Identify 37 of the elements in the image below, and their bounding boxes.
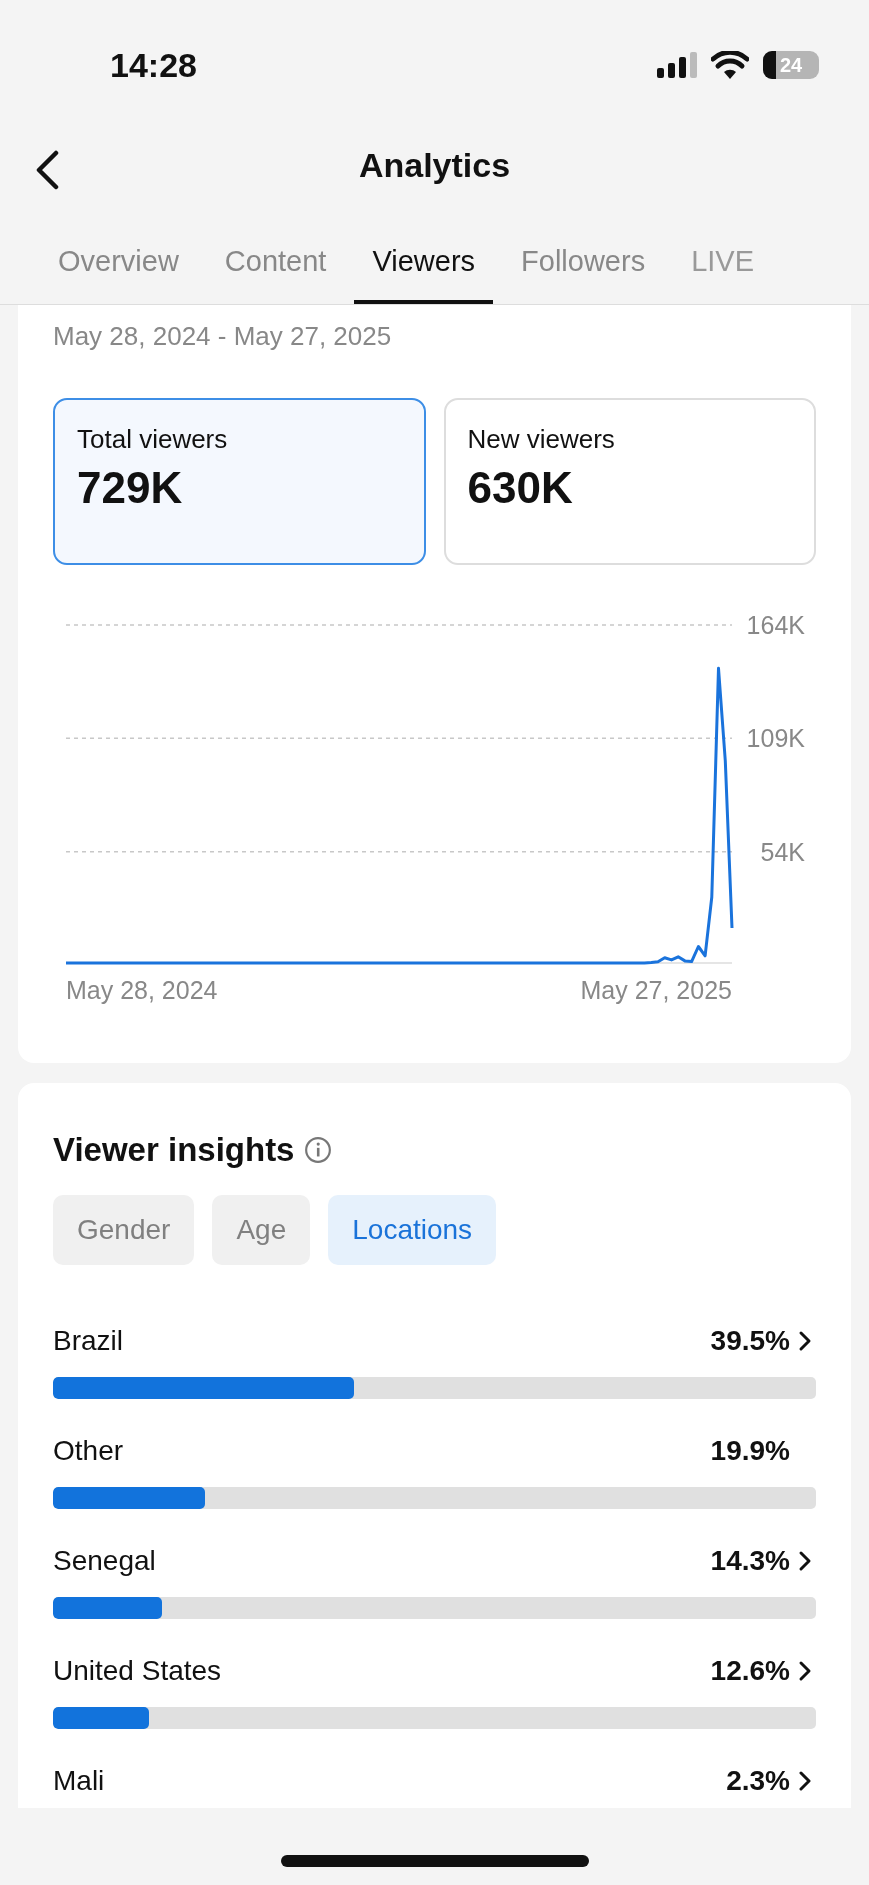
- info-icon[interactable]: [304, 1136, 333, 1164]
- location-percent: 39.5%: [710, 1325, 790, 1357]
- page-title: Analytics: [358, 145, 511, 185]
- location-name: Senegal: [53, 1545, 156, 1577]
- filter-chip[interactable]: Locations: [328, 1195, 497, 1265]
- chevron-icon[interactable]: [798, 1330, 812, 1352]
- axis-label: May 27, 2025: [580, 976, 732, 1004]
- date-range: May 28, 2024 - May 27, 2025: [53, 321, 393, 352]
- axis-label: 109K: [746, 724, 805, 753]
- tab[interactable]: Content: [206, 245, 345, 304]
- metric-card[interactable]: New viewers 630K: [443, 398, 816, 565]
- tab[interactable]: Overview: [40, 245, 197, 304]
- tab[interactable]: Followers: [503, 245, 664, 304]
- section-title: Viewer insights: [53, 1131, 295, 1169]
- filter-chip[interactable]: Gender: [53, 1195, 195, 1265]
- axis-label: 164K: [746, 611, 805, 639]
- axis-label: 54K: [760, 837, 805, 866]
- status-time: 14:28: [110, 45, 198, 85]
- chevron-icon[interactable]: [798, 1770, 812, 1792]
- signal-icon: [657, 52, 697, 78]
- location-name: Other: [53, 1435, 124, 1467]
- filter-chip[interactable]: Age: [212, 1195, 311, 1265]
- chevron-icon[interactable]: [798, 1660, 812, 1682]
- back-icon[interactable]: [34, 150, 60, 190]
- tab[interactable]: LIVE: [673, 245, 773, 304]
- metric-card[interactable]: Total viewers 729K: [53, 398, 426, 565]
- battery-indicator: 24: [763, 51, 819, 79]
- location-name: Mali: [53, 1765, 105, 1797]
- location-name: Brazil: [53, 1325, 123, 1357]
- location-percent: 12.6%: [710, 1655, 790, 1687]
- location-percent: 14.3%: [710, 1545, 790, 1577]
- wifi-icon: [711, 51, 749, 79]
- location-percent: 19.9%: [710, 1435, 790, 1467]
- axis-label: May 28, 2024: [66, 976, 218, 1004]
- chevron-icon[interactable]: [798, 1550, 812, 1572]
- location-percent: 2.3%: [726, 1765, 790, 1797]
- location-name: United States: [53, 1655, 222, 1687]
